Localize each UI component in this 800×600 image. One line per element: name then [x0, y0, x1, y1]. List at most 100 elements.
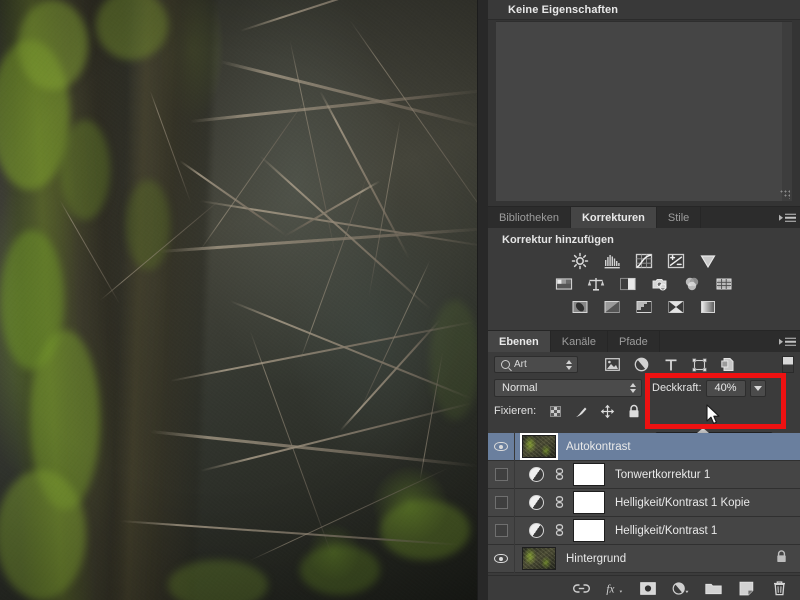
adjustments-tabbar: Bibliotheken Korrekturen Stile [488, 206, 800, 228]
lock-transparency-icon[interactable] [548, 404, 563, 419]
smartobject-filter-icon[interactable] [720, 356, 737, 373]
eye-icon [494, 554, 508, 563]
properties-panel: Keine Eigenschaften [488, 0, 800, 206]
adjustment-layer-icon[interactable] [529, 467, 544, 482]
properties-title: Keine Eigenschaften [508, 3, 619, 16]
search-icon [501, 360, 510, 369]
image-canvas[interactable] [0, 0, 477, 600]
link-layers-icon[interactable] [573, 580, 590, 597]
gradient-map-icon[interactable] [665, 297, 687, 316]
canvas-panel-gap [477, 0, 488, 600]
add-layer-mask-icon[interactable] [639, 580, 656, 597]
channel-mixer-icon[interactable] [681, 274, 703, 293]
chevron-left-icon [779, 214, 783, 221]
hamburger-icon [785, 213, 796, 222]
properties-resize-grip[interactable] [780, 190, 790, 199]
adjustments-row-2 [488, 274, 800, 293]
image-filter-icon[interactable] [604, 356, 621, 373]
chevron-left-icon [779, 338, 783, 345]
layer-visibility-toggle[interactable] [488, 468, 514, 481]
row-divider [514, 432, 515, 461]
row-divider [514, 460, 515, 489]
layers-footer-toolbar: fx [488, 575, 800, 600]
lock-label: Fixieren: [494, 405, 537, 417]
tab-ebenen[interactable]: Ebenen [488, 331, 551, 352]
exposure-icon[interactable] [665, 251, 687, 270]
opacity-value-field[interactable]: 40% [705, 379, 746, 397]
adjustments-panel: Bibliotheken Korrekturen Stile Korrektur… [488, 206, 800, 330]
tab-stile[interactable]: Stile [656, 207, 702, 228]
shape-filter-icon[interactable] [691, 356, 708, 373]
opacity-label: Deckkraft: [652, 382, 702, 394]
tab-korrekturen[interactable]: Korrekturen [570, 207, 657, 228]
tab-bibliotheken[interactable]: Bibliotheken [488, 207, 571, 228]
table-row[interactable]: Hintergrund [488, 544, 800, 573]
layer-visibility-toggle[interactable] [488, 524, 514, 537]
table-row[interactable]: Helligkeit/Kontrast 1 Kopie [488, 488, 800, 517]
layer-thumbnail[interactable] [522, 547, 556, 570]
adjustments-row-1 [488, 251, 800, 270]
layer-name: Helligkeit/Kontrast 1 [615, 524, 718, 537]
color-lookup-icon[interactable] [713, 274, 735, 293]
properties-header: Keine Eigenschaften [488, 0, 800, 20]
layer-mask-thumbnail[interactable] [573, 463, 605, 486]
curves-icon[interactable] [633, 251, 655, 270]
layer-visibility-toggle[interactable] [488, 442, 514, 451]
lock-row: Fixieren: [488, 399, 800, 439]
layers-panel-menu-button[interactable] [779, 337, 796, 346]
stepper-arrows-icon [566, 359, 572, 370]
filter-enable-toggle[interactable] [782, 356, 794, 373]
black-white-icon[interactable] [617, 274, 639, 293]
new-group-icon[interactable] [705, 580, 722, 597]
photo-filter-icon[interactable] [649, 274, 671, 293]
invert-icon[interactable] [569, 297, 591, 316]
lock-image-icon[interactable] [574, 404, 589, 419]
table-row[interactable]: Autokontrast [488, 432, 800, 461]
adjustments-panel-menu-button[interactable] [779, 213, 796, 222]
layers-panel: Ebenen Kanäle Pfade Art Normal Deckkraft… [488, 330, 800, 600]
type-filter-icon[interactable] [662, 356, 679, 373]
svg-text:fx: fx [606, 583, 614, 595]
layer-mask-thumbnail[interactable] [573, 519, 605, 542]
lock-all-icon[interactable] [626, 404, 641, 419]
brightness-contrast-icon[interactable] [569, 251, 591, 270]
filter-type-icons [604, 356, 737, 373]
filter-kind-select[interactable]: Art [494, 356, 578, 373]
layer-visibility-toggle[interactable] [488, 496, 514, 509]
properties-body[interactable] [496, 21, 792, 201]
link-mask-icon[interactable] [553, 496, 565, 509]
table-row[interactable]: Helligkeit/Kontrast 1 [488, 516, 800, 545]
photo-mossy-tree [0, 0, 477, 600]
layer-visibility-toggle[interactable] [488, 554, 514, 563]
layer-name: Tonwertkorrektur 1 [615, 468, 711, 481]
layers-tabbar: Ebenen Kanäle Pfade [488, 330, 800, 352]
link-mask-icon[interactable] [553, 468, 565, 481]
layer-style-fx-icon[interactable]: fx [606, 580, 623, 597]
opacity-group: Deckkraft: 40% [652, 379, 766, 397]
tab-pfade[interactable]: Pfade [608, 331, 660, 352]
adjustment-layer-icon[interactable] [529, 523, 544, 538]
tab-kanaele[interactable]: Kanäle [550, 331, 608, 352]
layer-thumbnail[interactable] [520, 433, 558, 460]
table-row[interactable]: Tonwertkorrektur 1 [488, 460, 800, 489]
opacity-dropdown-button[interactable] [749, 379, 766, 397]
posterize-icon[interactable] [601, 297, 623, 316]
row-divider [514, 544, 515, 573]
lock-position-icon[interactable] [600, 404, 615, 419]
adjustment-filter-icon[interactable] [633, 356, 650, 373]
new-adjustment-layer-icon[interactable] [672, 580, 689, 597]
threshold-icon[interactable] [633, 297, 655, 316]
adjustment-layer-icon[interactable] [529, 495, 544, 510]
layer-name: Hintergrund [566, 552, 627, 565]
layer-mask-thumbnail[interactable] [573, 491, 605, 514]
levels-icon[interactable] [601, 251, 623, 270]
delete-layer-icon[interactable] [771, 580, 788, 597]
link-mask-icon[interactable] [553, 524, 565, 537]
blend-mode-select[interactable]: Normal [494, 379, 642, 397]
new-layer-icon[interactable] [738, 580, 755, 597]
selective-color-icon[interactable] [697, 297, 719, 316]
hue-saturation-icon[interactable] [553, 274, 575, 293]
vibrance-icon[interactable] [697, 251, 719, 270]
properties-scroll-gutter [782, 22, 792, 201]
color-balance-icon[interactable] [585, 274, 607, 293]
